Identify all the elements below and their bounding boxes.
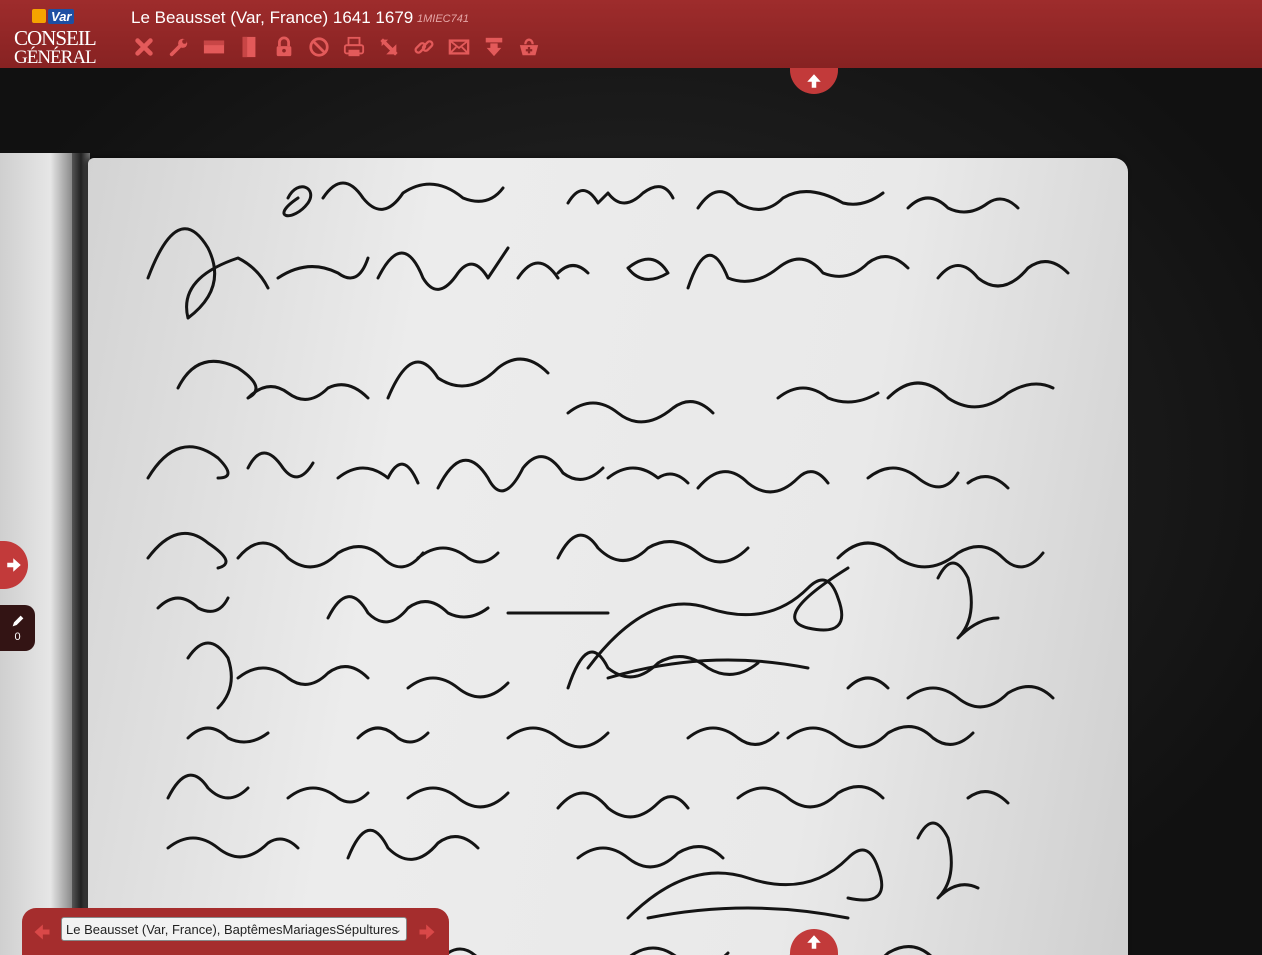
arrow-up-icon bbox=[807, 935, 821, 949]
collection-navigation-bar: Le Beausset (Var, France), BaptêmesMaria… bbox=[22, 908, 449, 955]
resize-icon bbox=[380, 38, 398, 56]
close-button[interactable] bbox=[131, 34, 157, 60]
previous-collection-button[interactable] bbox=[30, 920, 54, 944]
arrow-right-icon bbox=[7, 558, 21, 572]
handwritten-entries bbox=[146, 181, 1070, 955]
image-viewer[interactable]: 0 bbox=[0, 68, 1262, 955]
mail-icon bbox=[448, 39, 470, 55]
arrow-up-icon bbox=[807, 74, 821, 88]
landscape-view-button[interactable] bbox=[201, 34, 227, 60]
block-button[interactable] bbox=[306, 34, 332, 60]
portrait-view-icon bbox=[242, 36, 256, 58]
basket-icon bbox=[519, 38, 539, 56]
pencil-icon bbox=[12, 615, 23, 627]
arrow-left-icon bbox=[34, 924, 50, 940]
close-icon bbox=[135, 38, 153, 56]
print-button[interactable] bbox=[341, 34, 367, 60]
logo-line-2: GÉNÉRAL bbox=[14, 47, 97, 68]
var-logo: Var bbox=[32, 8, 75, 24]
lock-button[interactable] bbox=[271, 34, 297, 60]
link-button[interactable] bbox=[411, 34, 437, 60]
resize-button[interactable] bbox=[376, 34, 402, 60]
download-icon bbox=[485, 37, 503, 57]
portrait-view-button[interactable] bbox=[236, 34, 262, 60]
toolbar bbox=[131, 34, 551, 60]
conseil-general-logo: Var CONSEIL GÉNÉRAL bbox=[10, 8, 105, 68]
next-collection-button[interactable] bbox=[415, 920, 439, 944]
document-reference: 1MIEC741 bbox=[417, 13, 469, 25]
block-icon bbox=[309, 37, 329, 57]
download-button[interactable] bbox=[481, 34, 507, 60]
lock-icon bbox=[276, 36, 292, 57]
landscape-view-icon bbox=[203, 40, 225, 54]
settings-button[interactable] bbox=[166, 34, 192, 60]
print-icon bbox=[343, 36, 365, 57]
document-title: Le Beausset (Var, France) 1641 1679 bbox=[131, 8, 414, 27]
annotation-button[interactable]: 0 bbox=[0, 605, 35, 651]
annotation-count: 0 bbox=[14, 631, 21, 643]
chevron-down-icon: ⌄ bbox=[392, 924, 402, 936]
var-logo-text: Var bbox=[48, 8, 75, 24]
top-bar: Var CONSEIL GÉNÉRAL Le Beausset (Var, Fr… bbox=[0, 0, 1262, 68]
mail-button[interactable] bbox=[446, 34, 472, 60]
arrow-right-icon bbox=[419, 924, 435, 940]
previous-page-button[interactable] bbox=[790, 68, 838, 94]
link-icon bbox=[414, 40, 434, 54]
wrench-icon bbox=[169, 38, 188, 57]
var-logo-mark bbox=[32, 9, 46, 23]
basket-button[interactable] bbox=[516, 34, 542, 60]
collection-select[interactable]: Le Beausset (Var, France), BaptêmesMaria… bbox=[61, 917, 407, 941]
logo-line-1: CONSEIL bbox=[14, 26, 97, 50]
collection-select-value: Le Beausset (Var, France), BaptêmesMaria… bbox=[66, 922, 399, 937]
